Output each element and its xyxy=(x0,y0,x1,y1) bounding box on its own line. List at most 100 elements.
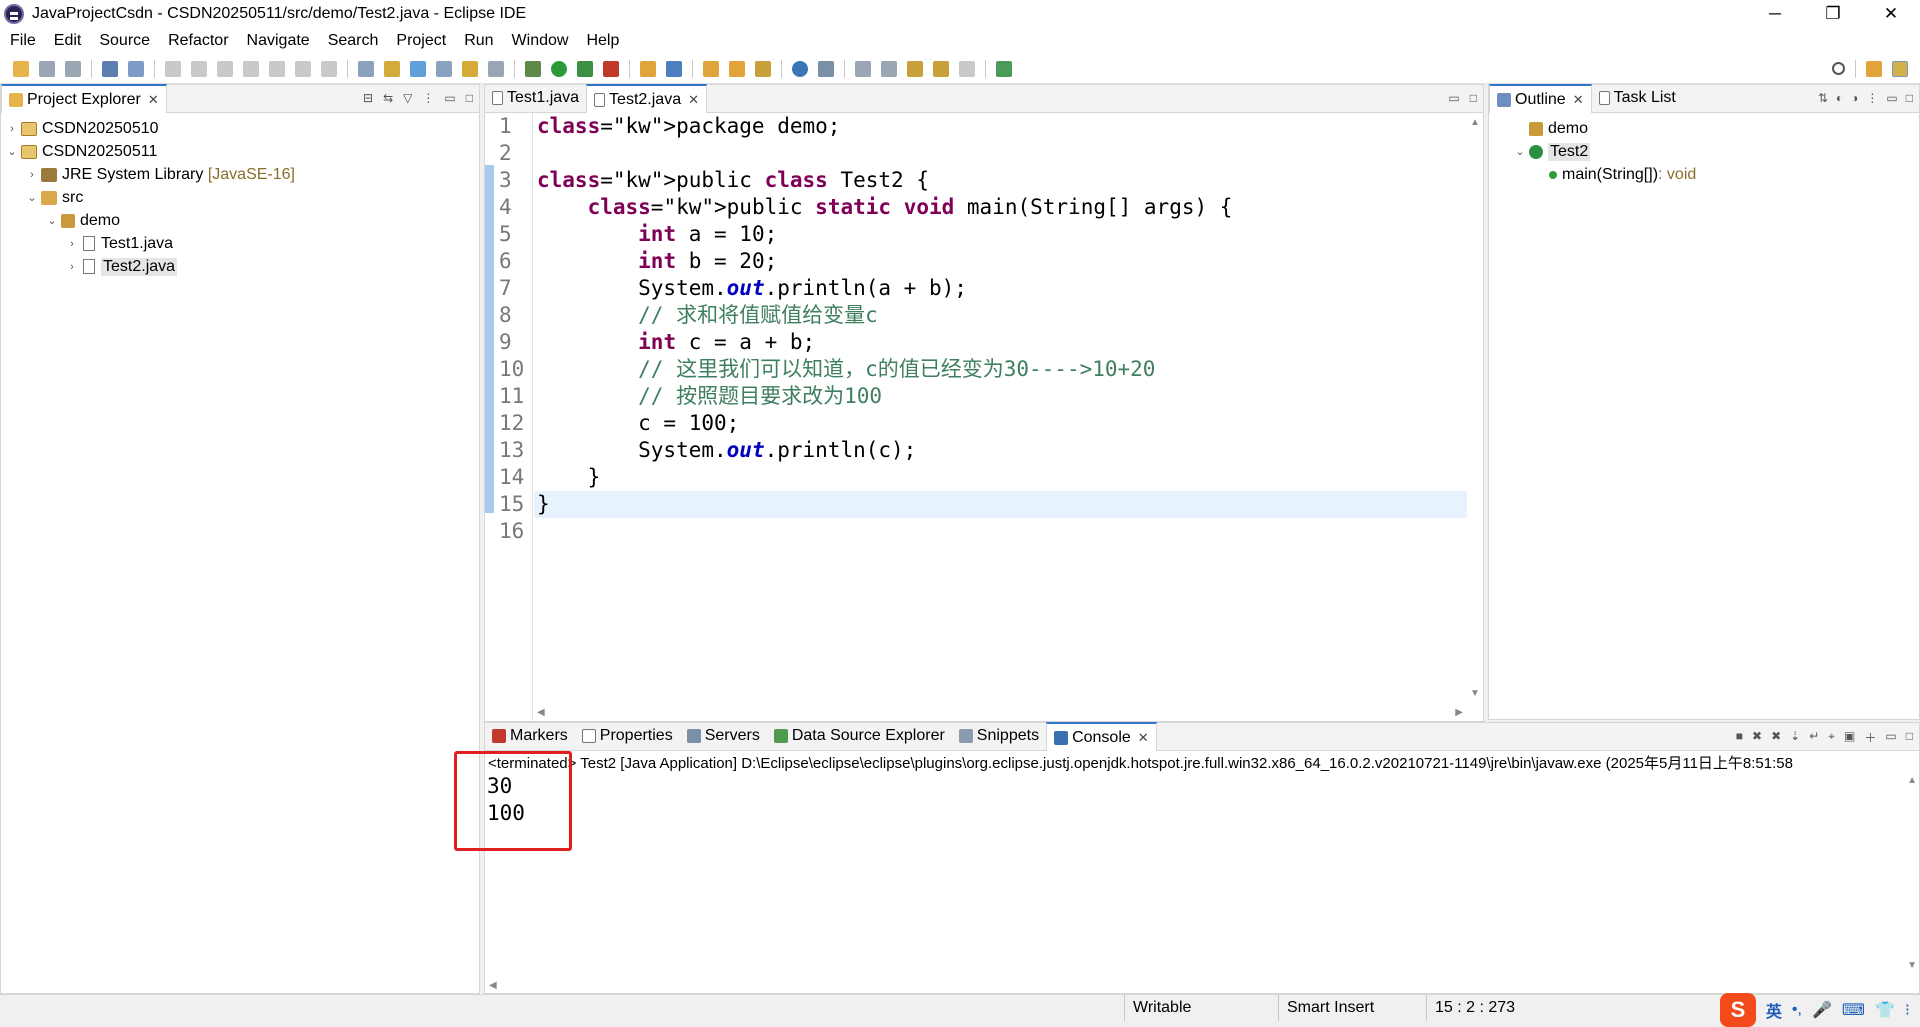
highlight-icon[interactable] xyxy=(410,60,426,77)
block-select-icon[interactable] xyxy=(462,60,478,77)
outline-item-class[interactable]: ⌄ Test2 xyxy=(1513,140,1919,163)
forward-icon[interactable] xyxy=(959,60,975,77)
step-over-icon[interactable] xyxy=(295,60,311,77)
last-edit-icon[interactable] xyxy=(907,60,923,77)
vertical-scrollbar[interactable]: ▲ ▼ xyxy=(1467,113,1483,721)
mark-occurrences-icon[interactable] xyxy=(384,60,400,77)
next-annotation-icon[interactable] xyxy=(855,60,871,77)
outline-item-package[interactable]: demo xyxy=(1513,117,1919,140)
scroll-down-icon[interactable]: ▼ xyxy=(1907,960,1917,971)
link-editor-icon[interactable]: ⇆ xyxy=(383,91,393,105)
hide-static-icon[interactable]: ◑ xyxy=(1851,91,1858,105)
tab-data-source-explorer[interactable]: Data Source Explorer xyxy=(767,722,952,750)
external-tools-icon[interactable] xyxy=(603,60,619,77)
chevron-down-icon[interactable]: ⌄ xyxy=(45,214,59,227)
outline-item-method[interactable]: main(String[]) : void xyxy=(1513,163,1919,186)
menu-project[interactable]: Project xyxy=(396,32,446,50)
new-class-icon[interactable] xyxy=(666,60,682,77)
tree-item-csdn20250511[interactable]: ⌄ CSDN20250511 xyxy=(1,140,479,163)
punctuation-icon[interactable]: •, xyxy=(1792,1001,1802,1019)
hide-fields-icon[interactable]: ◐ xyxy=(1836,91,1843,105)
menu-navigate[interactable]: Navigate xyxy=(247,32,310,50)
skip-breakpoints-icon[interactable] xyxy=(128,60,144,77)
link-icon[interactable] xyxy=(818,60,834,77)
scroll-lock-icon[interactable]: ⇣ xyxy=(1790,729,1800,746)
debug-icon[interactable] xyxy=(525,60,541,77)
prev-annotation-icon[interactable] xyxy=(881,60,897,77)
menu-run[interactable]: Run xyxy=(464,32,493,50)
ime-menu-icon[interactable]: ⁝ xyxy=(1905,1000,1910,1020)
menu-edit[interactable]: Edit xyxy=(54,32,82,50)
view-menu-icon[interactable]: ⋮ xyxy=(422,91,434,105)
close-icon[interactable]: ✕ xyxy=(1573,92,1584,108)
tab-test1-java[interactable]: Test1.java xyxy=(485,84,586,112)
tree-item-demo[interactable]: ⌄ demo xyxy=(1,209,479,232)
scroll-right-icon[interactable]: ▶ xyxy=(1455,707,1463,718)
tab-servers[interactable]: Servers xyxy=(680,722,767,750)
minimize-view-icon[interactable]: ▭ xyxy=(1448,91,1459,105)
minimize-view-icon[interactable]: ▭ xyxy=(1885,729,1896,746)
new-icon[interactable] xyxy=(13,60,29,77)
keyboard-icon[interactable]: ⌨ xyxy=(1842,1000,1865,1020)
save-icon[interactable] xyxy=(39,60,55,77)
collapse-all-icon[interactable]: ⊟ xyxy=(363,91,373,105)
show-whitespace-icon[interactable] xyxy=(488,60,504,77)
scroll-down-icon[interactable]: ▼ xyxy=(1470,688,1480,699)
menu-file[interactable]: File xyxy=(10,32,36,50)
save-all-icon[interactable] xyxy=(65,60,81,77)
chevron-down-icon[interactable]: ⌄ xyxy=(1513,145,1527,158)
tab-properties[interactable]: Properties xyxy=(575,722,680,750)
scroll-left-icon[interactable]: ◀ xyxy=(537,707,545,718)
maximize-view-icon[interactable]: □ xyxy=(1470,91,1477,105)
search-icon[interactable] xyxy=(1832,62,1845,75)
sogou-ime-icon[interactable]: S xyxy=(1719,993,1756,1027)
resume-icon[interactable] xyxy=(165,60,181,77)
terminate-icon[interactable]: ■ xyxy=(1736,729,1743,746)
tab-project-explorer[interactable]: Project Explorer ✕ xyxy=(1,84,167,113)
search-tool-icon[interactable] xyxy=(755,60,771,77)
chevron-down-icon[interactable]: ⌄ xyxy=(5,145,19,158)
step-return-icon[interactable] xyxy=(321,60,337,77)
chevron-down-icon[interactable]: ⌄ xyxy=(25,191,39,204)
chevron-right-icon[interactable]: › xyxy=(25,169,39,181)
minimize-view-icon[interactable]: ▭ xyxy=(444,91,455,105)
tree-item-test1[interactable]: › Test1.java xyxy=(1,232,479,255)
chevron-right-icon[interactable]: › xyxy=(65,238,79,250)
back-icon[interactable] xyxy=(933,60,949,77)
remove-launch-icon[interactable]: ✖ xyxy=(1752,729,1762,746)
horizontal-scrollbar[interactable]: ◀ ▶ xyxy=(533,705,1467,721)
open-console-icon[interactable]: ＋ xyxy=(1864,729,1876,746)
sort-icon[interactable]: ⇅ xyxy=(1818,91,1828,105)
word-wrap-icon[interactable]: ↵ xyxy=(1809,729,1819,746)
java-perspective-icon[interactable] xyxy=(1892,60,1908,77)
scroll-up-icon[interactable]: ▲ xyxy=(1470,117,1480,128)
close-button[interactable]: ✕ xyxy=(1862,0,1920,28)
coverage-icon[interactable] xyxy=(577,60,593,77)
tab-console[interactable]: Console ✕ xyxy=(1046,722,1157,751)
terminal-icon[interactable] xyxy=(102,60,118,77)
tree-item-jre-library[interactable]: › JRE System Library [JavaSE-16] xyxy=(1,163,479,186)
maximize-view-icon[interactable]: □ xyxy=(1906,729,1913,746)
menu-source[interactable]: Source xyxy=(99,32,150,50)
tab-task-list[interactable]: Task List xyxy=(1592,84,1683,112)
display-console-icon[interactable]: ▣ xyxy=(1844,729,1855,746)
close-icon[interactable]: ✕ xyxy=(148,92,159,108)
minimize-view-icon[interactable]: ▭ xyxy=(1886,91,1897,105)
remove-all-icon[interactable]: ✖ xyxy=(1771,729,1781,746)
chevron-right-icon[interactable]: › xyxy=(5,123,19,135)
ime-language[interactable]: 英 xyxy=(1766,998,1782,1022)
menu-refactor[interactable]: Refactor xyxy=(168,32,228,50)
run-icon[interactable] xyxy=(551,60,567,77)
close-icon[interactable]: ✕ xyxy=(688,92,699,108)
scroll-up-icon[interactable]: ▲ xyxy=(1907,775,1917,786)
suspend-icon[interactable] xyxy=(191,60,207,77)
restore-button[interactable]: ❐ xyxy=(1804,0,1862,28)
filter-icon[interactable]: ▽ xyxy=(403,91,412,105)
view-menu-icon[interactable]: ⋮ xyxy=(1866,91,1878,105)
menu-help[interactable]: Help xyxy=(586,32,619,50)
open-perspective-icon[interactable] xyxy=(1866,60,1882,77)
tree-item-test2[interactable]: › Test2.java xyxy=(1,255,479,278)
microphone-icon[interactable]: 🎤 xyxy=(1812,1000,1832,1020)
open-folder-icon[interactable] xyxy=(703,60,719,77)
console-output[interactable]: 30 100 xyxy=(485,773,1919,827)
